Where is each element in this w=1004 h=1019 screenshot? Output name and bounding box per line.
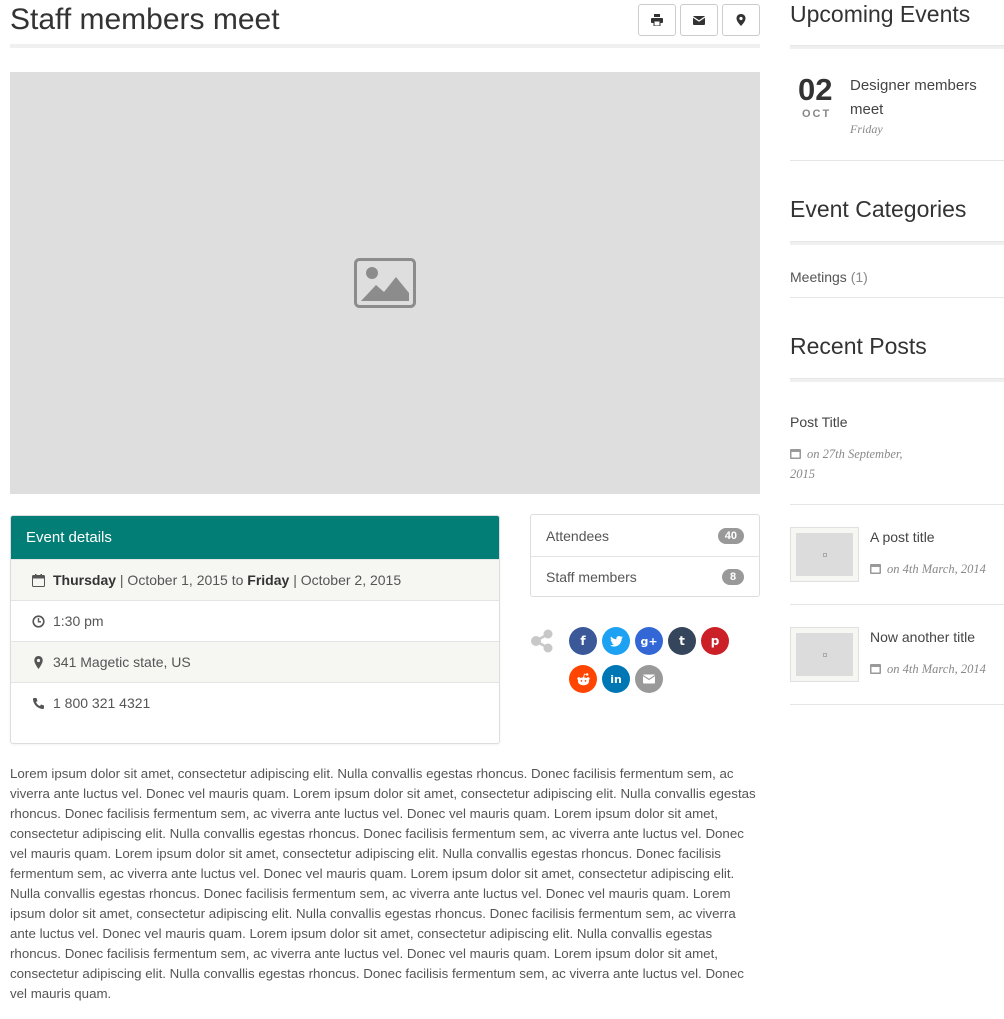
- calendar-icon: [870, 564, 881, 574]
- post-date: on 4th March, 2014: [870, 559, 1004, 579]
- map-button[interactable]: [722, 4, 760, 36]
- image-icon: [354, 258, 416, 308]
- category-item-meetings[interactable]: Meetings (1): [790, 269, 868, 285]
- event-location: 341 Magetic state, US: [53, 654, 191, 670]
- share-icon: [531, 629, 553, 653]
- event-start-date: | October 1, 2015 to: [119, 572, 244, 588]
- envelope-icon: [693, 16, 705, 25]
- clock-icon: [31, 614, 45, 628]
- email-icon[interactable]: [635, 665, 663, 693]
- event-start-day: Thursday: [53, 572, 117, 588]
- print-icon: [651, 14, 663, 26]
- upcoming-events-title: Upcoming Events: [790, 1, 971, 27]
- calendar-icon: [790, 449, 801, 459]
- event-weekday: Friday: [850, 122, 883, 136]
- attendees-count-badge: 40: [717, 527, 744, 544]
- staff-members-row[interactable]: Staff members 8: [531, 556, 759, 597]
- attendees-label: Attendees: [546, 527, 610, 544]
- post-title-link[interactable]: Post Title: [790, 414, 848, 430]
- event-phone-row: 1 800 321 4321: [11, 682, 499, 723]
- post-date: on 27th September, 2015: [790, 447, 903, 481]
- divider: [790, 378, 1004, 382]
- divider: [790, 160, 1004, 161]
- event-month: OCT: [802, 108, 832, 120]
- reddit-icon[interactable]: [569, 665, 597, 693]
- divider: [790, 604, 1004, 605]
- event-main: Staff members meet Event details Thursda…: [10, 0, 760, 1001]
- event-phone: 1 800 321 4321: [53, 695, 151, 711]
- event-link[interactable]: Designer members meet: [850, 74, 1000, 122]
- divider: [790, 704, 1004, 705]
- divider: [790, 504, 1004, 505]
- event-categories-title: Event Categories: [790, 196, 967, 222]
- post-thumbnail[interactable]: [790, 627, 859, 682]
- calendar-icon: [870, 664, 881, 674]
- share-bar: f g+ t p in: [530, 625, 760, 695]
- event-date-row: Thursday | October 1, 2015 to Friday | O…: [11, 559, 499, 600]
- event-time: 1:30 pm: [53, 613, 104, 629]
- category-label[interactable]: Meetings: [790, 269, 847, 285]
- divider: [790, 297, 1004, 298]
- event-details-heading: Event details: [11, 516, 499, 559]
- phone-icon: [31, 696, 45, 710]
- page-title: Staff members meet: [10, 3, 280, 36]
- email-button[interactable]: [680, 4, 718, 36]
- divider: [790, 45, 1004, 49]
- event-day: 02: [798, 72, 833, 107]
- staff-members-count-badge: 8: [722, 569, 744, 585]
- post-date: on 4th March, 2014: [870, 659, 1004, 679]
- post-thumbnail[interactable]: [790, 527, 859, 582]
- event-end-day: Friday: [247, 572, 290, 588]
- attendees-card: Attendees 40 Staff members 8: [530, 514, 760, 597]
- attendees-row[interactable]: Attendees 40: [531, 515, 759, 556]
- facebook-icon[interactable]: f: [569, 627, 597, 655]
- event-details-card: Event details Thursday | October 1, 2015…: [10, 515, 500, 744]
- event-description: Lorem ipsum dolor sit amet, consectetur …: [10, 766, 756, 1001]
- post-title-link[interactable]: A post title: [870, 529, 935, 545]
- event-toolbar: [638, 4, 760, 36]
- event-image-placeholder: [10, 72, 760, 494]
- map-marker-icon: [736, 14, 746, 26]
- event-time-row: 1:30 pm: [11, 600, 499, 641]
- twitter-icon[interactable]: [602, 627, 630, 655]
- event-end-date: | October 2, 2015: [293, 572, 402, 588]
- category-count: (1): [850, 269, 868, 285]
- title-row: Staff members meet: [10, 0, 760, 48]
- pinterest-icon[interactable]: p: [701, 627, 729, 655]
- post-title-link[interactable]: Now another title: [870, 629, 975, 645]
- event-location-row: 341 Magetic state, US: [11, 641, 499, 682]
- map-marker-icon: [31, 655, 45, 669]
- linkedin-icon[interactable]: in: [602, 665, 630, 693]
- divider: [790, 241, 1004, 245]
- calendar-icon: [31, 573, 45, 587]
- google-plus-icon[interactable]: g+: [635, 627, 663, 655]
- staff-members-label: Staff members: [546, 569, 637, 585]
- tumblr-icon[interactable]: t: [668, 627, 696, 655]
- print-button[interactable]: [638, 4, 676, 36]
- recent-posts-title: Recent Posts: [790, 333, 927, 359]
